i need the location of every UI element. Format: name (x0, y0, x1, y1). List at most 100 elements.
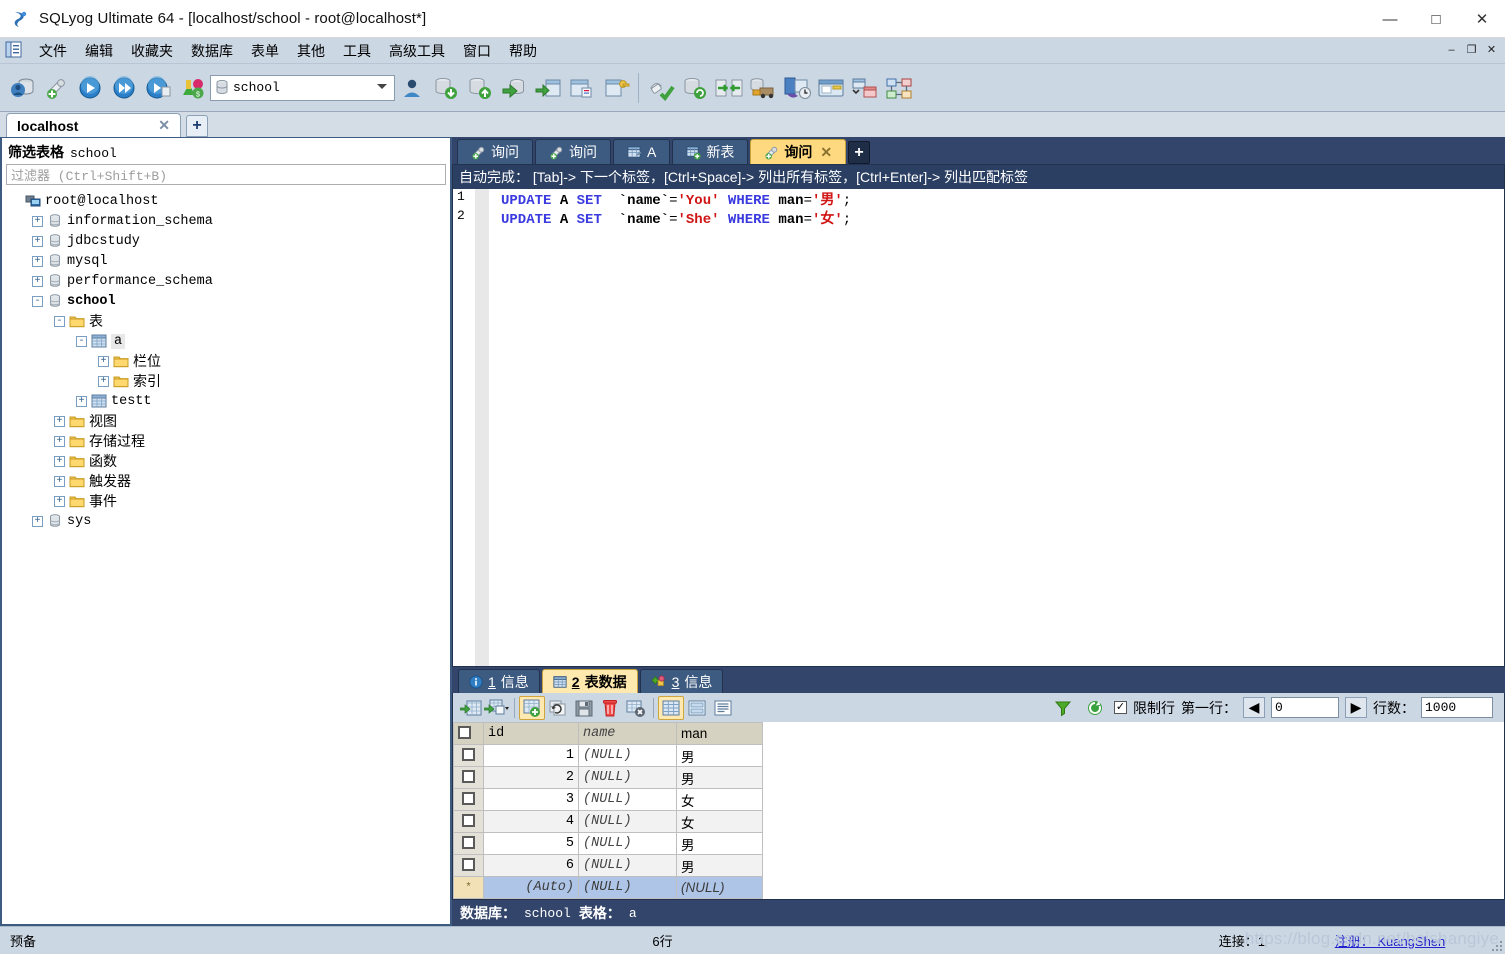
column-header-id[interactable]: id (483, 722, 579, 745)
scheduled-backup-icon[interactable] (780, 68, 814, 108)
next-page-button[interactable]: ▶ (1345, 697, 1367, 718)
menu-edit[interactable]: 编辑 (76, 39, 122, 63)
filter-icon[interactable] (1050, 696, 1076, 720)
tree-node[interactable]: + mysql (2, 251, 450, 271)
result-tab[interactable]: 1 信息 (458, 669, 540, 693)
user-manager-icon[interactable] (395, 68, 429, 108)
refresh-data-icon[interactable] (545, 696, 571, 720)
new-row-cell-id[interactable]: (Auto) (483, 876, 579, 899)
tree-node[interactable]: + jdbcstudy (2, 231, 450, 251)
tree-node[interactable]: + information_schema (2, 211, 450, 231)
new-record-icon[interactable] (519, 695, 545, 720)
menu-others[interactable]: 其他 (288, 39, 334, 63)
expand-toggle-icon[interactable]: + (98, 375, 109, 387)
prev-page-button[interactable]: ◀ (1243, 697, 1265, 718)
tree-node[interactable]: + 函数 (2, 451, 450, 471)
cancel-changes-icon[interactable] (623, 696, 649, 720)
cell-name[interactable]: (NULL) (578, 766, 677, 789)
insert-row-icon[interactable] (458, 696, 484, 720)
expand-toggle-icon[interactable]: + (54, 455, 65, 467)
export-table-icon[interactable] (531, 68, 565, 108)
table-data-compare-icon[interactable] (848, 68, 882, 108)
register-link[interactable]: 注册： KuangShen (1335, 934, 1446, 949)
export-database-icon[interactable] (497, 68, 531, 108)
close-icon[interactable]: ✕ (820, 144, 832, 161)
save-changes-icon[interactable] (571, 696, 597, 720)
table-diagnostics-icon[interactable] (565, 68, 599, 108)
execute-all-queries-icon[interactable] (108, 68, 142, 108)
menu-help[interactable]: 帮助 (500, 39, 546, 63)
tree-node[interactable]: + sys (2, 511, 450, 531)
close-icon[interactable]: ✕ (154, 117, 174, 134)
tree-node[interactable]: + 索引 (2, 371, 450, 391)
table-row[interactable]: 4 (NULL) 女 (453, 810, 763, 833)
table-row[interactable]: 2 (NULL) 男 (453, 766, 763, 789)
mdi-close-button[interactable]: ✕ (1482, 40, 1501, 59)
row-select-cell[interactable] (453, 788, 484, 811)
expand-toggle-icon[interactable]: + (98, 355, 109, 367)
limit-rows-checkbox[interactable]: ✓ (1114, 701, 1127, 714)
row-checkbox[interactable] (462, 835, 475, 849)
cell-man[interactable]: 男 (676, 766, 763, 789)
notification-icon[interactable] (814, 68, 848, 108)
execute-query-icon[interactable] (74, 68, 108, 108)
column-header-name[interactable]: name (578, 722, 677, 745)
row-select-cell[interactable] (453, 744, 484, 767)
resize-grip[interactable] (1491, 940, 1503, 952)
tree-node[interactable]: + 视图 (2, 411, 450, 431)
cell-man[interactable]: 女 (676, 810, 763, 833)
insert-row-dropdown-icon[interactable] (484, 696, 510, 720)
menu-tools[interactable]: 工具 (334, 39, 380, 63)
query-tab[interactable]: A (613, 139, 671, 164)
sql-code[interactable]: UPDATE A SET `name`='You' WHERE man='男';… (489, 189, 1504, 666)
column-header-man[interactable]: man (676, 722, 763, 745)
row-checkbox[interactable] (462, 747, 475, 761)
menu-powertools[interactable]: 高级工具 (380, 39, 454, 63)
window-menu-icon[interactable] (4, 41, 26, 61)
cell-id[interactable]: 1 (483, 744, 579, 767)
database-selector[interactable]: school (210, 74, 395, 101)
new-query-tab-icon[interactable] (40, 68, 74, 108)
expand-toggle-icon[interactable]: + (32, 235, 43, 247)
refresh-icon[interactable] (1082, 696, 1108, 720)
tree-node[interactable]: + performance_schema (2, 271, 450, 291)
cell-id[interactable]: 2 (483, 766, 579, 789)
stop-execute-icon[interactable]: $ (176, 68, 210, 108)
add-connection-tab-button[interactable]: + (186, 115, 208, 137)
menu-window[interactable]: 窗口 (454, 39, 500, 63)
table-row[interactable]: 1 (NULL) 男 (453, 744, 763, 767)
row-checkbox[interactable] (462, 791, 475, 805)
menu-table[interactable]: 表单 (242, 39, 288, 63)
cell-man[interactable]: 女 (676, 788, 763, 811)
expand-toggle-icon[interactable]: + (32, 255, 43, 267)
restore-database-icon[interactable] (463, 68, 497, 108)
new-record-row[interactable]: * (Auto) (NULL) (NULL) (453, 876, 763, 899)
cell-id[interactable]: 6 (483, 854, 579, 877)
row-select-cell[interactable] (453, 810, 484, 833)
cell-man[interactable]: 男 (676, 832, 763, 855)
expand-toggle-icon[interactable]: + (54, 475, 65, 487)
tree-node[interactable]: -表 (2, 311, 450, 331)
query-builder-icon[interactable] (882, 68, 916, 108)
result-tab-active[interactable]: 2 表数据 (541, 669, 638, 693)
query-tab[interactable]: 询问 (457, 139, 533, 164)
sync-database-icon[interactable] (678, 68, 712, 108)
chevron-down-icon[interactable] (377, 83, 387, 89)
cell-name[interactable]: (NULL) (578, 810, 677, 833)
query-tab[interactable]: 询问 (535, 139, 611, 164)
expand-toggle-icon[interactable]: + (54, 495, 65, 507)
schema-designer-icon[interactable] (599, 68, 633, 108)
backup-database-icon[interactable] (429, 68, 463, 108)
delete-row-icon[interactable] (597, 696, 623, 720)
cell-name[interactable]: (NULL) (578, 744, 677, 767)
tree-node[interactable]: + 栏位 (2, 351, 450, 371)
cell-id[interactable]: 3 (483, 788, 579, 811)
form-view-icon[interactable] (684, 696, 710, 720)
expand-toggle-icon[interactable]: + (54, 415, 65, 427)
expand-toggle-icon[interactable]: + (32, 275, 43, 287)
cell-name[interactable]: (NULL) (578, 854, 677, 877)
cell-id[interactable]: 5 (483, 832, 579, 855)
tree-node[interactable]: + 存储过程 (2, 431, 450, 451)
cell-man[interactable]: 男 (676, 744, 763, 767)
menu-favorites[interactable]: 收藏夹 (122, 39, 182, 63)
